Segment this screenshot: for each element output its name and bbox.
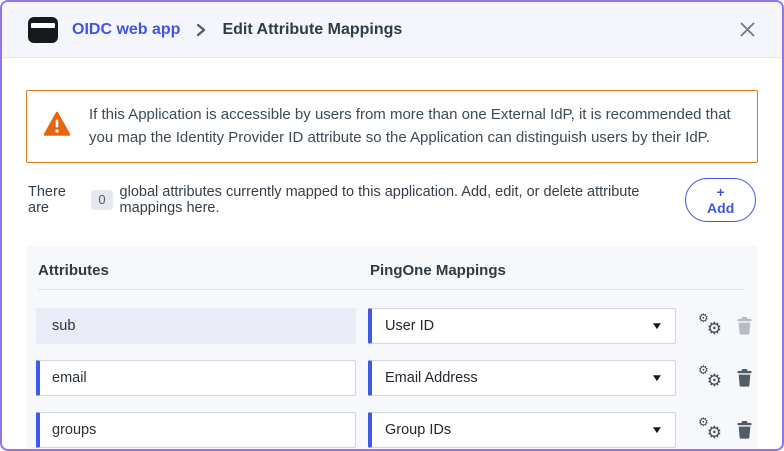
attribute-count-badge: 0 (91, 190, 113, 210)
breadcrumb-app-link[interactable]: OIDC web app (72, 21, 180, 39)
advanced-settings-gears-icon[interactable]: ⚙ ⚙ (698, 363, 722, 390)
application-window-icon (28, 16, 58, 43)
add-mapping-button[interactable]: + Add (685, 178, 756, 222)
attribute-name-input (36, 308, 356, 344)
page-title: Edit Attribute Mappings (222, 20, 403, 38)
mapping-row: Email Address ▼ ⚙⚙ (36, 360, 752, 396)
delete-mapping-trash-icon[interactable] (737, 421, 752, 439)
chevron-right-icon (196, 23, 206, 37)
advanced-settings-gears-icon[interactable]: ⚙ ⚙ (698, 415, 722, 442)
table-header-row: Attributes PingOne Mappings (36, 262, 746, 289)
column-header-attributes: Attributes (38, 262, 109, 279)
attribute-name-input[interactable] (36, 412, 356, 448)
caret-down-icon: ▼ (650, 424, 664, 436)
close-icon[interactable] (735, 17, 760, 42)
modal-body: If this Application is accessible by use… (2, 58, 782, 449)
warning-triangle-icon (43, 111, 71, 142)
caret-down-icon: ▼ (650, 372, 664, 384)
caret-down-icon: ▼ (650, 320, 664, 332)
advanced-settings-gears-icon[interactable]: ⚙ ⚙ (698, 311, 722, 338)
mapping-selected-value: Group IDs (385, 422, 452, 438)
mapping-row: Group IDs ▼ ⚙⚙ (36, 412, 752, 448)
pingone-mapping-dropdown[interactable]: Group IDs ▼ (368, 412, 676, 448)
pingone-mapping-dropdown[interactable]: User ID ▼ (368, 308, 676, 344)
summary-suffix: global attributes currently mapped to th… (119, 184, 640, 216)
delete-mapping-trash-icon[interactable] (737, 369, 752, 387)
warning-text: If this Application is accessible by use… (89, 106, 731, 146)
mapping-selected-value: User ID (385, 318, 435, 334)
delete-mapping-trash-icon (737, 317, 752, 335)
summary-row: There are 0 global attributes currently … (28, 178, 756, 222)
header-divider (38, 289, 744, 290)
mapping-row: User ID ▼ ⚙⚙ (36, 308, 752, 344)
modal-window: OIDC web app Edit Attribute Mappings If … (0, 0, 784, 451)
column-header-pingone-mappings: PingOne Mappings (370, 262, 506, 279)
mappings-table: Attributes PingOne Mappings User ID ▼ ⚙⚙ (26, 246, 758, 449)
mapping-selected-value: Email Address (385, 370, 478, 386)
summary-prefix: There are (28, 184, 66, 216)
mapping-rows: User ID ▼ ⚙⚙ Email Address ▼ ⚙⚙ (36, 308, 752, 448)
warning-banner: If this Application is accessible by use… (26, 90, 758, 163)
modal-header: OIDC web app Edit Attribute Mappings (2, 2, 782, 58)
attribute-name-input[interactable] (36, 360, 356, 396)
pingone-mapping-dropdown[interactable]: Email Address ▼ (368, 360, 676, 396)
